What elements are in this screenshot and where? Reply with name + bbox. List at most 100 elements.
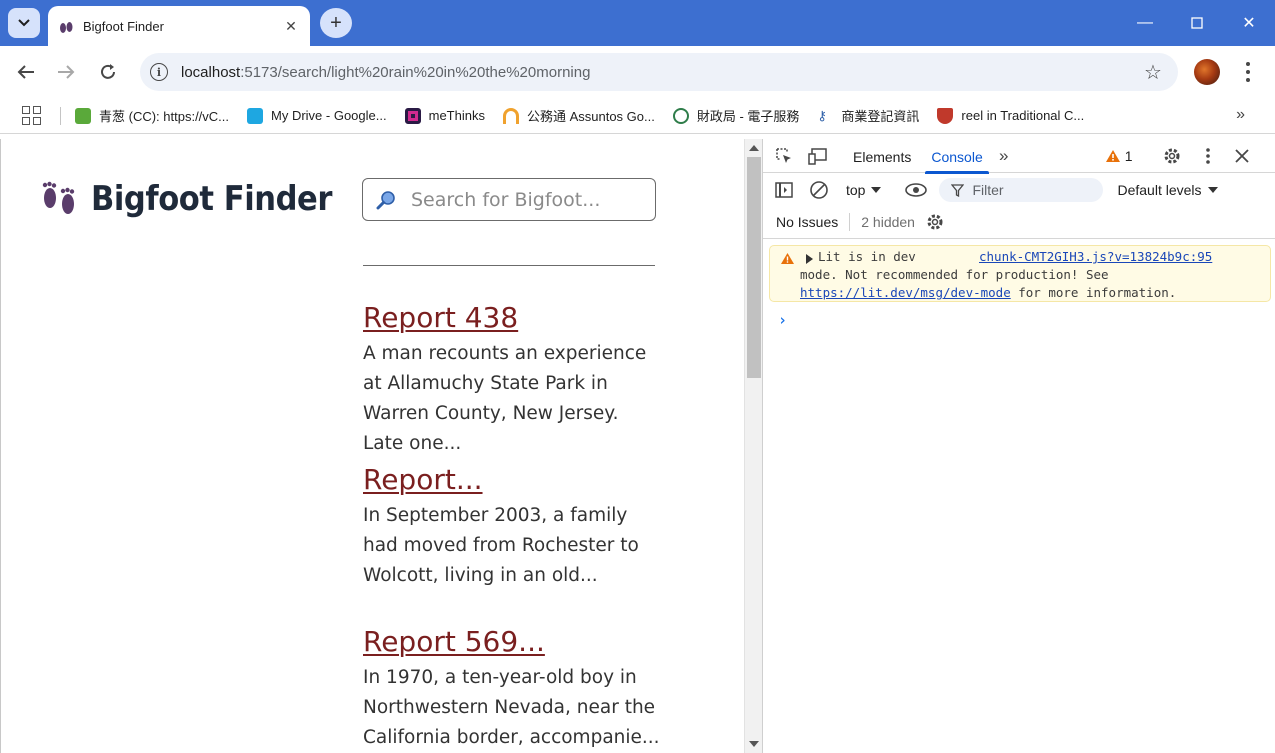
tab-title: Bigfoot Finder [83,18,164,34]
apps-grid-icon[interactable] [22,105,42,126]
expand-triangle-icon[interactable] [806,254,813,264]
site-info-icon[interactable]: i [150,63,168,81]
browser-menu-icon[interactable] [1238,60,1258,84]
forward-arrow-icon [58,65,75,79]
key-icon: ⚷ [817,107,827,123]
bookmark-item[interactable]: meThinks [404,107,485,124]
issues-bar: No Issues 2 hidden [763,206,1275,239]
live-expression-eye-icon[interactable] [905,179,928,201]
chevron-down-icon [18,19,30,27]
site-logo[interactable]: Bigfoot Finder [39,179,359,219]
result-snippet: A man recounts an experience at Allamuch… [363,343,647,454]
results-list: Report 438 A man recounts an experience … [363,299,663,753]
finance-seal-icon [672,107,689,124]
tab-elements[interactable]: Elements [843,139,921,173]
source-link[interactable]: chunk-CMT2GIH3.js?v=13824b9c:95 [979,248,1212,266]
context-selector[interactable]: top [846,182,882,198]
site-brand-name: Bigfoot Finder [91,179,332,219]
docs-link[interactable]: https://lit.dev/msg/dev-mode [800,285,1011,300]
devtools-panel: Elements Console » 1 top Filter Default … [762,139,1275,753]
result-title-link[interactable]: Report... [363,461,663,499]
browser-tab[interactable]: Bigfoot Finder ✕ [48,6,310,46]
tab-console[interactable]: Console [921,139,992,174]
message-line-3: https://lit.dev/msg/dev-mode for more in… [800,285,1177,300]
back-button[interactable] [11,58,41,86]
bookmark-item[interactable]: ⚷ 商業登記資訊 [817,106,919,125]
result-item: Report... In September 2003, a family ha… [363,461,663,623]
bigfoot-footprints-icon [42,181,75,214]
bigfoot-favicon-icon [60,22,73,33]
green-square-icon [75,107,91,124]
console-prompt-icon[interactable]: › [778,311,787,329]
message-line-2: mode. Not recommended for production! Se… [800,267,1109,282]
back-arrow-icon [17,65,34,79]
url-text[interactable]: localhost:5173/search/light%20rain%20in%… [181,64,1142,81]
close-devtools-icon[interactable] [1231,145,1253,167]
inspect-element-icon[interactable] [773,145,795,167]
forward-button[interactable] [51,58,81,86]
bookmark-item[interactable]: reel in Traditional C... [937,107,1084,124]
warning-icon [1105,149,1120,162]
close-tab-icon[interactable]: ✕ [282,17,300,35]
search-box[interactable] [362,178,656,221]
devtools-menu-icon[interactable] [1197,145,1219,167]
warnings-counter[interactable]: 1 [1105,148,1133,164]
more-tabs-icon[interactable]: » [993,145,1015,167]
result-snippet: In 1970, a ten-year-old boy in Northwest… [363,667,660,748]
issues-separator [849,213,851,231]
devtools-settings-icon[interactable] [1161,145,1183,167]
scrollbar-thumb[interactable] [747,157,761,378]
methinks-icon [404,107,421,124]
shield-crest-icon [937,107,954,124]
profile-avatar[interactable] [1194,59,1220,85]
bookmarks-separator [60,106,61,125]
result-title-link[interactable]: Report 569... [363,623,663,661]
title-bar: Bigfoot Finder ✕ + — ✕ [0,0,1275,46]
result-item: Report 438 A man recounts an experience … [363,299,663,461]
address-bar[interactable]: i localhost:5173/search/light%20rain%20i… [140,53,1178,91]
log-levels-dropdown[interactable]: Default levels [1117,182,1218,198]
console-settings-icon[interactable] [925,212,945,232]
window-controls: — ✕ [1119,0,1275,46]
warning-icon [781,253,794,264]
issues-count[interactable]: No Issues [776,214,838,230]
tab-search-button[interactable] [8,8,40,38]
result-snippet: In September 2003, a family had moved fr… [363,505,639,586]
reload-button[interactable] [93,58,123,86]
reload-icon [101,64,115,79]
maximize-icon[interactable] [1171,0,1223,46]
search-input[interactable] [411,188,641,211]
close-window-icon[interactable]: ✕ [1223,0,1275,46]
page-viewport: Bigfoot Finder Report 438 A man recounts… [0,139,744,753]
console-filter-input[interactable]: Filter [939,178,1104,202]
minimize-icon[interactable]: — [1119,0,1171,46]
result-title-link[interactable]: Report 438 [363,299,663,337]
caret-down-icon [871,187,882,193]
console-toolbar: top Filter Default levels [763,174,1275,206]
bookmark-item[interactable]: 公務通 Assuntos Go... [502,106,655,125]
bookmark-item[interactable]: My Drive - Google... [247,107,387,124]
bookmark-item[interactable]: 青葱 (CC): https://vC... [75,106,229,125]
page-scrollbar[interactable] [744,139,762,753]
new-tab-button[interactable]: + [320,8,352,38]
message-line-1: Lit is in dev [818,249,916,264]
scroll-down-icon[interactable] [749,741,759,747]
device-toolbar-icon[interactable] [807,145,829,167]
bookmark-star-icon[interactable]: ☆ [1142,60,1164,85]
result-item: Report 569... In 1970, a ten-year-old bo… [363,623,663,753]
results-divider [363,265,655,266]
more-bookmarks-icon[interactable]: » [1236,106,1245,124]
bookmarks-bar: 青葱 (CC): https://vC... My Drive - Google… [0,98,1275,134]
clear-console-icon[interactable] [808,179,830,201]
filter-icon [951,183,965,197]
sidebar-toggle-icon[interactable] [773,179,795,201]
console-warning-message[interactable]: Lit is in dev chunk-CMT2GIH3.js?v=13824b… [769,245,1271,302]
devtools-tab-bar: Elements Console » 1 [763,139,1275,174]
bookmark-item[interactable]: 財政局 - 電子服務 [672,106,799,125]
search-icon [376,190,395,209]
gov-arc-icon [502,107,519,124]
scroll-up-icon[interactable] [749,145,759,151]
drive-icon [247,107,264,124]
caret-down-icon [1207,187,1218,193]
browser-toolbar: i localhost:5173/search/light%20rain%20i… [0,46,1275,98]
